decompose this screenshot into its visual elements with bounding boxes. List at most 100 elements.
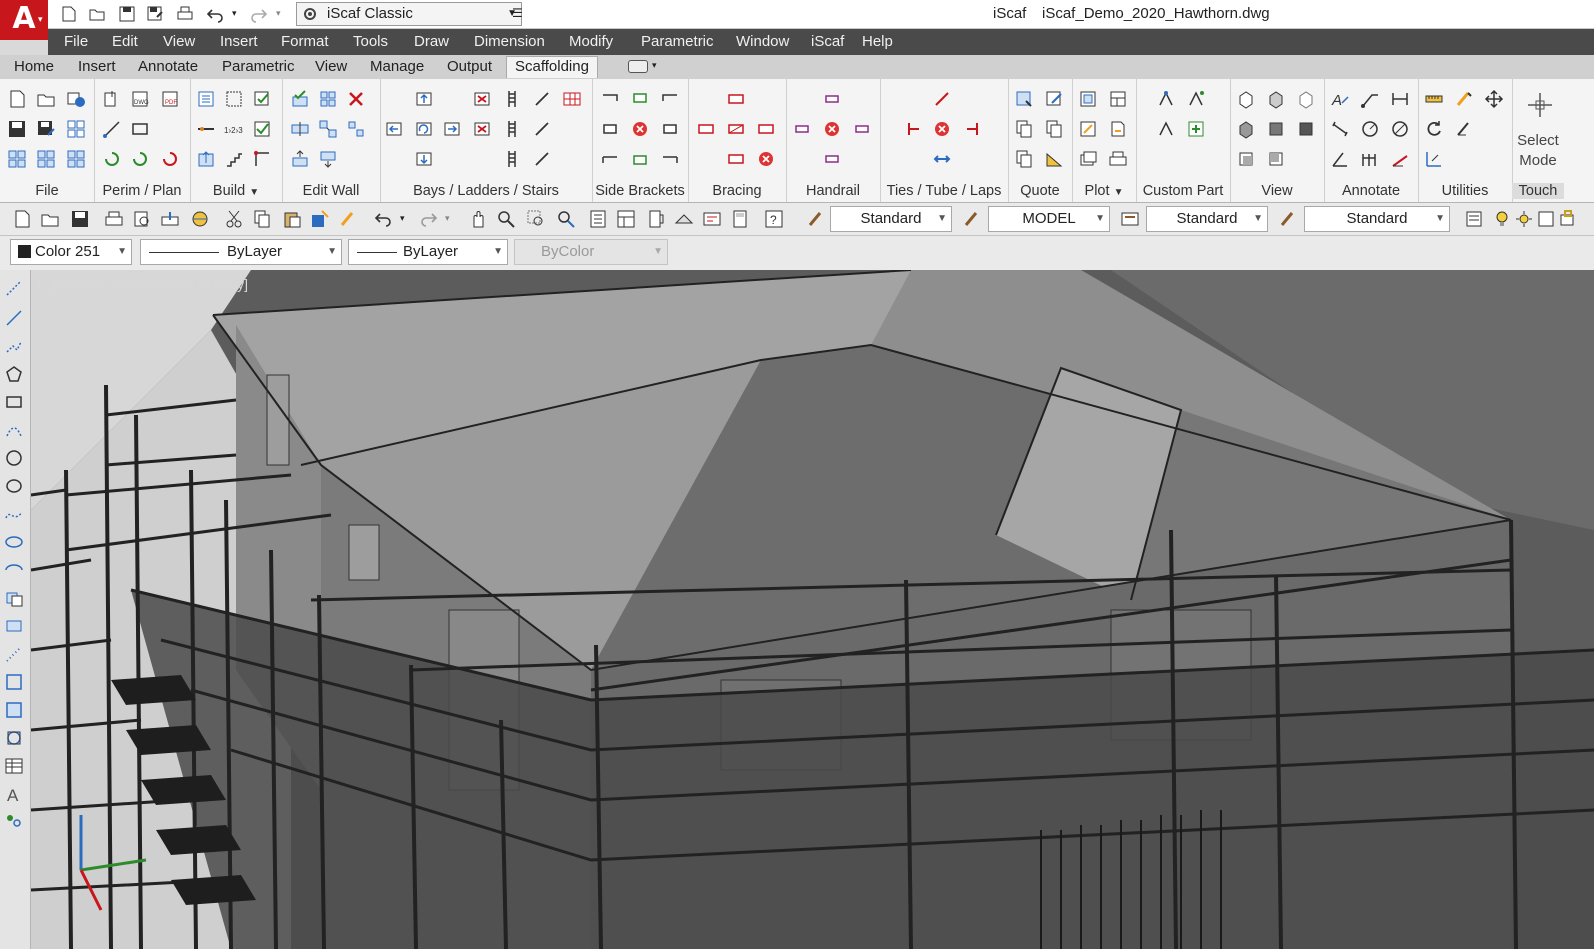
view-back-icon[interactable] [1236,149,1256,169]
zoom-previous-icon[interactable] [556,209,576,229]
handrail-left-icon[interactable] [792,119,812,139]
rectangle-perimeter-icon[interactable] [130,119,150,139]
brace-right-icon[interactable] [756,119,776,139]
bay-remove-icon[interactable] [472,119,492,139]
ellipse-arc-icon[interactable] [4,560,24,580]
build-frame-icon[interactable] [224,89,244,109]
new-drawing-icon[interactable] [7,89,27,109]
publish-icon[interactable] [160,209,180,229]
gradient-icon[interactable] [4,700,24,720]
bay-down-icon[interactable] [414,149,434,169]
build-corner-icon[interactable] [252,149,272,169]
help-icon[interactable]: ? [764,209,784,229]
circle-icon[interactable] [4,448,24,468]
plot-print-icon[interactable] [1108,149,1128,169]
layer-color-icon[interactable] [1558,209,1578,229]
add-selected-icon[interactable] [4,810,24,830]
block-icon[interactable] [310,209,330,229]
layout-tiles-2-icon[interactable] [36,149,56,169]
stair-2-icon[interactable] [532,119,552,139]
new-icon[interactable] [58,4,80,24]
bay-grid-icon[interactable] [562,89,582,109]
customize-quick-access-icon[interactable]: ☰ [512,6,523,20]
markup-icon[interactable] [1390,149,1410,169]
panel-title-plot[interactable]: Plot ▼ [1072,183,1136,199]
new-icon[interactable] [12,209,32,229]
tab-manage[interactable]: Manage [370,58,424,75]
custom-part-edit-icon[interactable] [1186,89,1206,109]
undo-icon[interactable] [204,4,226,24]
tube-icon[interactable] [932,89,952,109]
view-top-icon[interactable] [1236,89,1256,109]
revision-cloud-icon[interactable] [4,476,24,496]
draw-perimeter-icon[interactable] [102,119,122,139]
menu-view[interactable]: View [163,33,195,50]
lineweight-select[interactable]: ByLayer ▼ [348,239,508,265]
build-link-icon[interactable] [196,119,216,139]
stair-3-icon[interactable] [532,149,552,169]
quote-select-icon[interactable] [1014,89,1034,109]
tab-output[interactable]: Output [447,58,492,75]
undo-dropdown-icon[interactable]: ▾ [400,213,405,224]
bracket-left-icon[interactable] [600,119,620,139]
match-properties-icon[interactable] [338,209,358,229]
measure-icon[interactable] [1424,89,1444,109]
open-drawing-icon[interactable] [36,89,56,109]
menu-parametric[interactable]: Parametric [641,33,714,50]
view-cube-icon[interactable] [1296,89,1316,109]
design-center-icon[interactable] [616,209,636,229]
ladder-2-icon[interactable] [502,119,522,139]
view-front-icon[interactable] [1236,119,1256,139]
build-sequence-icon[interactable]: 1›2›3 [224,119,244,139]
region-icon[interactable] [4,728,24,748]
properties-icon[interactable] [588,209,608,229]
layout-tiles-1-icon[interactable] [7,149,27,169]
polygon-icon[interactable] [4,364,24,384]
menu-edit[interactable]: Edit [112,33,138,50]
table-style-select[interactable]: Standard ▼ [1304,206,1450,232]
tab-view[interactable]: View [315,58,347,75]
handrail-bottom-icon[interactable] [822,149,842,169]
dwg-icon[interactable]: DWG [130,89,150,109]
menu-iscaf[interactable]: iScaf [811,33,844,50]
tie-right-icon[interactable] [962,119,982,139]
save-icon[interactable] [116,4,138,24]
continue-dim-icon[interactable] [1360,149,1380,169]
stair-icon[interactable] [532,89,552,109]
diameter-dim-icon[interactable] [1390,119,1410,139]
wall-split-icon[interactable] [290,119,310,139]
menu-format[interactable]: Format [281,33,329,50]
construction-line-icon[interactable] [4,308,24,328]
rotate-plan-2-icon[interactable] [130,149,150,169]
wall-join-icon[interactable] [318,119,338,139]
tie-delete-icon[interactable] [932,119,952,139]
layout-select[interactable]: MODEL ▼ [988,206,1110,232]
brace-bottom-icon[interactable] [726,149,746,169]
refresh-icon[interactable] [1424,119,1444,139]
print-icon[interactable] [174,4,196,24]
plot-layout-icon[interactable] [1108,89,1128,109]
drawing-viewport[interactable]: [−][Custom View][Shades of Gray] [31,270,1594,949]
ladder-3-icon[interactable] [502,149,522,169]
ribbon-minimize-icon[interactable] [628,60,648,73]
brace-diagonal-icon[interactable] [726,119,746,139]
pdf-icon[interactable]: PDF [160,89,180,109]
calculator-icon[interactable] [730,209,750,229]
plot-batch-icon[interactable] [1078,149,1098,169]
open-icon[interactable] [40,209,60,229]
plot-edit-icon[interactable] [1078,119,1098,139]
redo-icon[interactable] [418,209,438,229]
workspace-selector[interactable]: iScaf Classic ▼ [296,2,522,26]
layer-properties-icon[interactable] [1464,209,1484,229]
custom-part-create-icon[interactable] [1156,89,1176,109]
bracket-bottom-left-icon[interactable] [600,149,620,169]
text-icon[interactable]: A [1330,89,1350,109]
wall-delete-icon[interactable] [346,89,366,109]
rectangle-icon[interactable] [4,392,24,412]
select-mode-button[interactable]: Select Mode [1512,131,1564,171]
move-icon[interactable] [1484,89,1504,109]
locate-icon[interactable] [1424,149,1444,169]
plot-preview-icon[interactable] [132,209,152,229]
view-iso-icon[interactable] [1266,89,1286,109]
wall-raise-icon[interactable] [290,149,310,169]
